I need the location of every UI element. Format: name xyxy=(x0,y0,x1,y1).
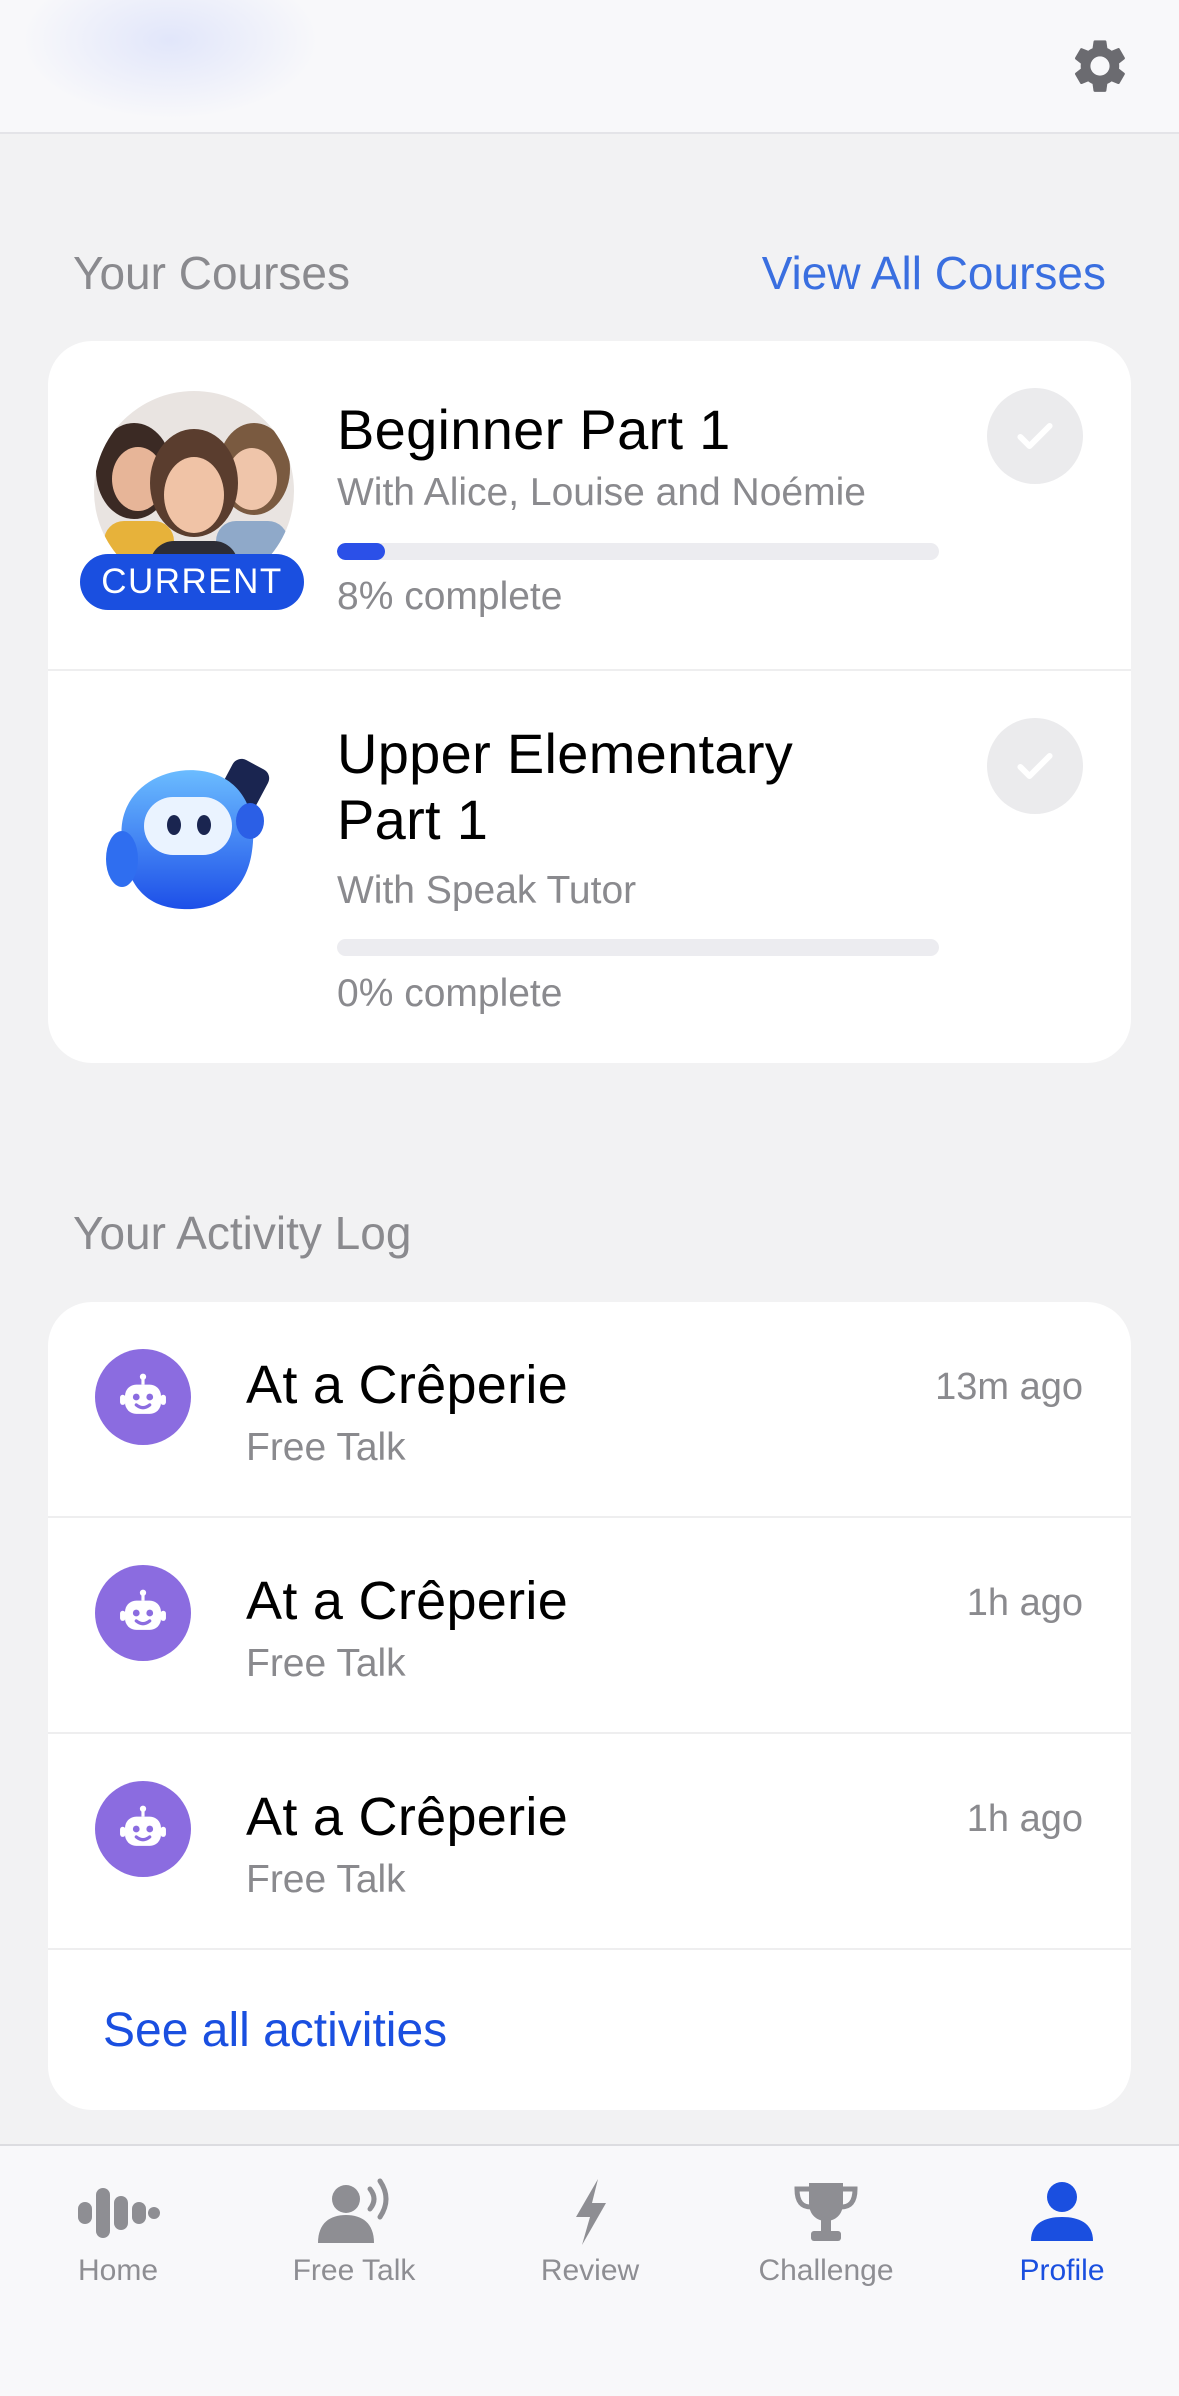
view-all-courses-link[interactable]: View All Courses xyxy=(762,246,1106,300)
activity-icon-circle xyxy=(95,1349,191,1445)
speak-tutor-mascot xyxy=(102,751,282,921)
lightning-icon xyxy=(545,2172,635,2252)
robot-icon xyxy=(120,1805,166,1846)
course-check-button[interactable] xyxy=(987,718,1083,814)
activity-subtitle: Free Talk xyxy=(246,1426,406,1469)
tab-bar: Home Free Talk Review Challenge Profile xyxy=(0,2144,1179,2396)
activity-card: At a Crêperie Free Talk 13m ago At a Crê… xyxy=(48,1302,1131,2110)
activity-title: At a Crêperie xyxy=(246,1355,569,1415)
tab-label: Profile xyxy=(1019,2254,1105,2287)
robot-icon xyxy=(120,1373,166,1414)
activity-subtitle: Free Talk xyxy=(246,1858,406,1901)
course-check-button[interactable] xyxy=(987,388,1083,484)
activity-section-title: Your Activity Log xyxy=(73,1207,412,1259)
check-icon xyxy=(1017,752,1053,780)
course-progress-bar xyxy=(337,939,939,956)
see-all-activities-row: See all activities xyxy=(48,1950,1131,2110)
activity-item[interactable]: At a Crêperie Free Talk 1h ago xyxy=(48,1734,1131,1950)
course-item-beginner[interactable]: CURRENT Beginner Part 1 With Alice, Loui… xyxy=(48,341,1131,669)
course-progress-fill xyxy=(337,543,386,560)
person-icon xyxy=(1017,2172,1107,2252)
activity-time: 1h ago xyxy=(966,1798,1083,1840)
course-title: Beginner Part 1 xyxy=(337,398,731,461)
tab-label: Free Talk xyxy=(292,2254,416,2287)
activity-icon-circle xyxy=(95,1565,191,1661)
waveform-icon xyxy=(73,2172,163,2252)
courses-section-title: Your Courses xyxy=(73,247,351,299)
course-progress-label: 8% complete xyxy=(337,575,563,618)
current-badge: CURRENT xyxy=(80,554,304,610)
activity-title: At a Crêperie xyxy=(246,1787,569,1847)
course-title: Upper Elementary Part 1 xyxy=(337,722,794,851)
tab-challenge[interactable]: Challenge xyxy=(708,2146,944,2346)
speaking-person-icon xyxy=(309,2172,399,2252)
course-progress-label: 0% complete xyxy=(337,972,563,1015)
robot-icon xyxy=(120,1589,166,1630)
tab-label: Home xyxy=(77,2254,159,2287)
see-all-activities-link[interactable]: See all activities xyxy=(103,2003,447,2058)
tab-label: Review xyxy=(540,2254,640,2287)
tab-profile[interactable]: Profile xyxy=(944,2146,1179,2346)
activity-time: 1h ago xyxy=(966,1582,1083,1624)
activity-subtitle: Free Talk xyxy=(246,1642,406,1685)
course-subtitle: With Speak Tutor xyxy=(337,869,637,912)
activity-time: 13m ago xyxy=(935,1366,1083,1408)
trophy-icon xyxy=(781,2172,871,2252)
tab-home[interactable]: Home xyxy=(0,2146,236,2346)
gear-icon[interactable] xyxy=(1068,34,1132,98)
course-item-upper-elementary[interactable]: Upper Elementary Part 1 With Speak Tutor… xyxy=(48,669,1131,1063)
activity-title: At a Crêperie xyxy=(246,1571,569,1631)
activity-item[interactable]: At a Crêperie Free Talk 1h ago xyxy=(48,1518,1131,1734)
activity-icon-circle xyxy=(95,1781,191,1877)
top-bar xyxy=(0,0,1179,134)
tab-review[interactable]: Review xyxy=(472,2146,708,2346)
activity-item[interactable]: At a Crêperie Free Talk 13m ago xyxy=(48,1302,1131,1518)
course-progress-bar xyxy=(337,543,939,560)
tab-free-talk[interactable]: Free Talk xyxy=(236,2146,472,2346)
course-subtitle: With Alice, Louise and Noémie xyxy=(337,471,866,514)
check-icon xyxy=(1017,422,1053,450)
tab-label: Challenge xyxy=(758,2254,894,2287)
header-glow xyxy=(20,0,320,120)
courses-card: CURRENT Beginner Part 1 With Alice, Loui… xyxy=(48,341,1131,1063)
